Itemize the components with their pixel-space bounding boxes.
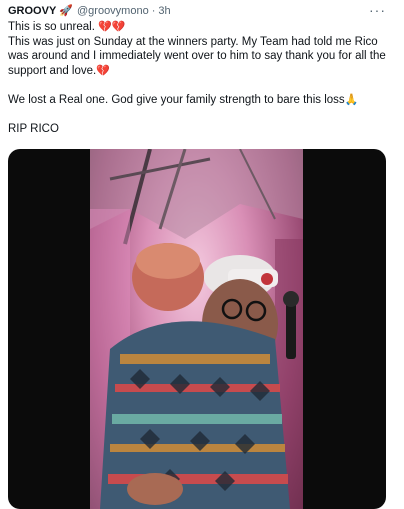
author-name[interactable]: GROOVY: [8, 5, 56, 17]
separator-dot: ·: [151, 5, 156, 17]
tweet-timestamp[interactable]: 3h: [158, 5, 170, 17]
video-frame[interactable]: [90, 149, 303, 509]
tweet-header: GROOVY 🚀 @groovymono · 3h ···: [8, 3, 398, 19]
broken-heart-icon: 💔: [111, 21, 126, 33]
author-handle[interactable]: @groovymono: [77, 5, 149, 17]
tweet-line-1: This is so unreal. 💔💔: [8, 20, 392, 35]
tweet-line-3-text: We lost a Real one. God give your family…: [8, 93, 345, 106]
tweet-line-2-text: This was just on Sunday at the winners p…: [8, 35, 386, 77]
tweet-text: This is so unreal. 💔💔 This was just on S…: [8, 20, 392, 136]
tweet-line-2: This was just on Sunday at the winners p…: [8, 35, 392, 79]
rocket-icon: 🚀: [59, 5, 73, 17]
praying-hands-icon: 🙏: [344, 93, 359, 106]
tweet-line-4: RIP RICO: [8, 122, 59, 135]
tweet: GROOVY 🚀 @groovymono · 3h ··· This is so unr…: [0, 0, 404, 509]
video-still-image: [90, 149, 303, 509]
broken-heart-icon: 💔: [98, 21, 112, 33]
broken-heart-icon: 💔: [96, 64, 110, 77]
tweet-line-3: We lost a Real one. God give your family…: [8, 93, 392, 108]
video-player[interactable]: [8, 149, 386, 509]
more-options-icon[interactable]: ···: [369, 3, 386, 17]
tweet-line-1-text: This is so unreal.: [8, 21, 95, 33]
